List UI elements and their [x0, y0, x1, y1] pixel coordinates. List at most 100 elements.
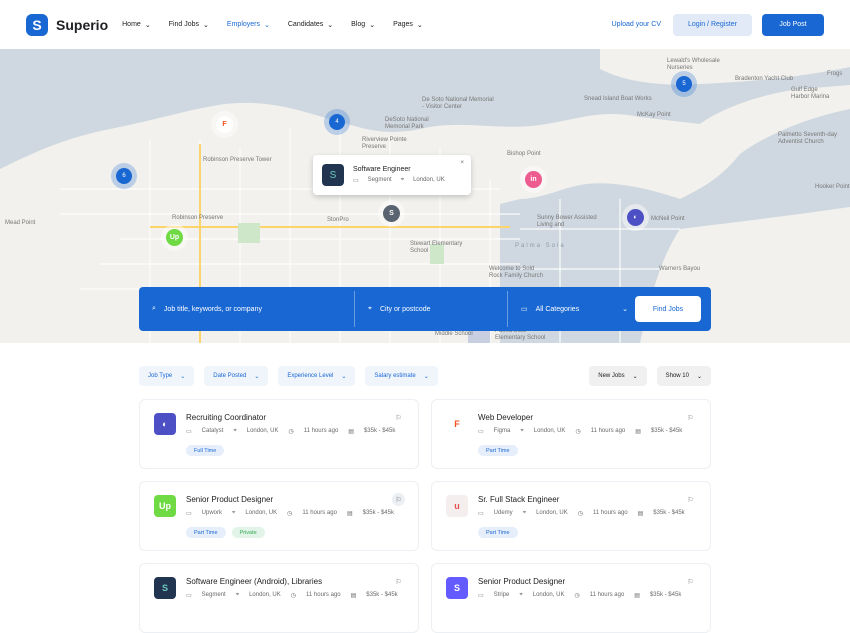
- money-icon: ▤: [350, 593, 357, 599]
- job-location: London, UK: [249, 592, 281, 598]
- briefcase-icon: ▭: [478, 593, 484, 599]
- briefcase-icon: ▭: [521, 306, 528, 313]
- money-icon: ▤: [634, 593, 640, 599]
- chevron-down-icon: ⌄: [327, 21, 334, 29]
- map-label: Frogs: [827, 71, 843, 77]
- job-card[interactable]: Up Senior Product Designer ▭ Upwork ⌖ Lond…: [139, 481, 419, 551]
- job-salary: $35k - $45k: [649, 592, 682, 598]
- job-salary: $35k - $45k: [653, 510, 685, 516]
- map-cluster[interactable]: 4: [329, 114, 345, 130]
- map-label: Bishop Point: [507, 151, 541, 157]
- job-salary: $35k - $45k: [650, 428, 683, 434]
- keyword-input[interactable]: Job title, keywords, or company: [164, 306, 262, 313]
- bookmark-icon[interactable]: ⚐: [392, 493, 405, 506]
- map-label: De Soto National Memorial - Visitor Cent…: [422, 97, 494, 110]
- map-job-popup[interactable]: S Software Engineer ▭ Segment ⌖ London, UK…: [313, 155, 471, 195]
- job-company: Figma: [493, 428, 511, 434]
- job-title[interactable]: Web Developer: [478, 413, 533, 422]
- job-type-tag: Part Time: [186, 527, 226, 538]
- job-title[interactable]: Sr. Full Stack Engineer: [478, 495, 559, 504]
- chevron-down-icon: ⌄: [632, 373, 638, 380]
- segment-map-pin[interactable]: S: [383, 205, 400, 222]
- job-title[interactable]: Senior Product Designer: [478, 577, 565, 586]
- job-title[interactable]: Senior Product Designer: [186, 495, 273, 504]
- job-card[interactable]: S Senior Product Designer ▭ Stripe ⌖ Londo…: [431, 563, 711, 633]
- job-card[interactable]: ◐ Recruiting Coordinator ▭ Catalyst ⌖ Lond…: [139, 399, 419, 469]
- location-pin-icon: ⌖: [400, 177, 405, 183]
- search-icon: ⌕: [152, 305, 156, 312]
- chevron-down-icon: ⌄: [423, 373, 429, 380]
- job-card[interactable]: u Sr. Full Stack Engineer ▭ Udemy ⌖ London…: [431, 481, 711, 551]
- map-label: Welcome to Sold Rock Family Church: [489, 266, 544, 279]
- clock-icon: ◷: [574, 593, 580, 599]
- chevron-down-icon: ⌄: [369, 21, 376, 29]
- filter-experience-level[interactable]: Experience Level ⌄: [278, 366, 356, 386]
- segment-logo-icon: S: [322, 164, 344, 186]
- job-time: 11 hours ago: [302, 510, 337, 516]
- bookmark-icon[interactable]: ⚐: [684, 411, 697, 424]
- job-search-bar: ⌕ Job title, keywords, or company ⌖ City…: [139, 287, 711, 331]
- nav-pages[interactable]: Pages ⌄: [393, 21, 423, 29]
- location-input[interactable]: City or postcode: [380, 306, 431, 313]
- nav-home[interactable]: Home ⌄: [122, 21, 151, 29]
- filter-bar: Job Type ⌄ Date Posted ⌄ Experience Level ⌄…: [139, 366, 711, 386]
- filter-job-type[interactable]: Job Type ⌄: [139, 366, 195, 386]
- job-title[interactable]: Software Engineer (Android), Libraries: [186, 577, 322, 586]
- job-location: London, UK: [533, 428, 566, 434]
- map-cluster[interactable]: 5: [676, 76, 692, 92]
- login-register-button[interactable]: Login / Register: [673, 13, 752, 36]
- figma-map-pin[interactable]: F: [216, 116, 233, 133]
- job-location: London, UK: [536, 510, 568, 516]
- nav-find-jobs[interactable]: Find Jobs ⌄: [169, 21, 209, 29]
- sort-select[interactable]: New Jobs ⌄: [589, 366, 647, 386]
- location-pin-icon: ⌖: [233, 428, 237, 434]
- nav-blog[interactable]: Blog ⌄: [351, 21, 375, 29]
- map-cluster[interactable]: 6: [116, 168, 132, 184]
- upload-cv-link[interactable]: Upload your CV: [612, 21, 661, 28]
- nav-candidates[interactable]: Candidates ⌄: [288, 21, 333, 29]
- udemy-logo-icon: u: [446, 495, 468, 517]
- popup-location: London, UK: [413, 177, 445, 183]
- bookmark-icon[interactable]: ⚐: [392, 411, 405, 424]
- page-size-select[interactable]: Show 10 ⌄: [656, 366, 711, 386]
- job-time: 11 hours ago: [303, 428, 339, 434]
- filter-salary-estimate[interactable]: Salary estimate ⌄: [365, 366, 438, 386]
- job-post-button[interactable]: Job Post: [762, 13, 824, 36]
- upwork-map-pin[interactable]: Up: [166, 229, 183, 246]
- map-label: Robinson Preserve Tower: [203, 157, 272, 163]
- job-type-tag: Part Time: [478, 445, 518, 456]
- logo[interactable]: S Superio: [26, 13, 108, 36]
- close-icon[interactable]: ×: [460, 160, 464, 166]
- map-label: Warners Bayou: [659, 266, 701, 272]
- location-field[interactable]: ⌖ City or postcode: [355, 287, 507, 331]
- filter-date-posted[interactable]: Date Posted ⌄: [204, 366, 269, 386]
- category-select[interactable]: ▭ All Categories ⌄: [508, 287, 628, 331]
- bookmark-icon[interactable]: ⚐: [684, 493, 697, 506]
- bookmark-icon[interactable]: ⚐: [392, 575, 405, 588]
- bookmark-icon[interactable]: ⚐: [684, 575, 697, 588]
- job-card[interactable]: F Web Developer ▭ Figma ⌖ London, UK ◷ 11 h…: [431, 399, 711, 469]
- job-time: 11 hours ago: [306, 592, 341, 598]
- job-location: London, UK: [245, 510, 278, 516]
- catalyst-logo-icon: ◐: [154, 413, 176, 435]
- chevron-down-icon: ⌄: [341, 373, 347, 380]
- job-time: 11 hours ago: [593, 510, 628, 516]
- popup-job-title: Software Engineer: [353, 166, 411, 173]
- money-icon: ▤: [635, 429, 641, 435]
- briefcase-icon: ▭: [478, 429, 484, 435]
- map-label: Palma Sola: [515, 243, 566, 249]
- job-title[interactable]: Recruiting Coordinator: [186, 413, 266, 422]
- location-pin-icon: ⌖: [235, 592, 240, 598]
- briefcase-icon: ▭: [186, 429, 192, 435]
- job-location: London, UK: [246, 428, 279, 434]
- nav-employers[interactable]: Employers ⌄: [227, 21, 270, 29]
- briefcase-icon: ▭: [353, 178, 359, 184]
- keyword-field[interactable]: ⌕ Job title, keywords, or company: [139, 287, 354, 331]
- chevron-down-icon: ⌄: [696, 373, 702, 380]
- job-card[interactable]: S Software Engineer (Android), Libraries…: [139, 563, 419, 633]
- catalyst-map-pin[interactable]: ◐: [627, 209, 644, 226]
- find-jobs-button[interactable]: Find Jobs: [635, 296, 701, 322]
- upwork-logo-icon: Up: [154, 495, 176, 517]
- popup-company: Segment: [367, 177, 392, 183]
- invision-map-pin[interactable]: in: [525, 171, 542, 188]
